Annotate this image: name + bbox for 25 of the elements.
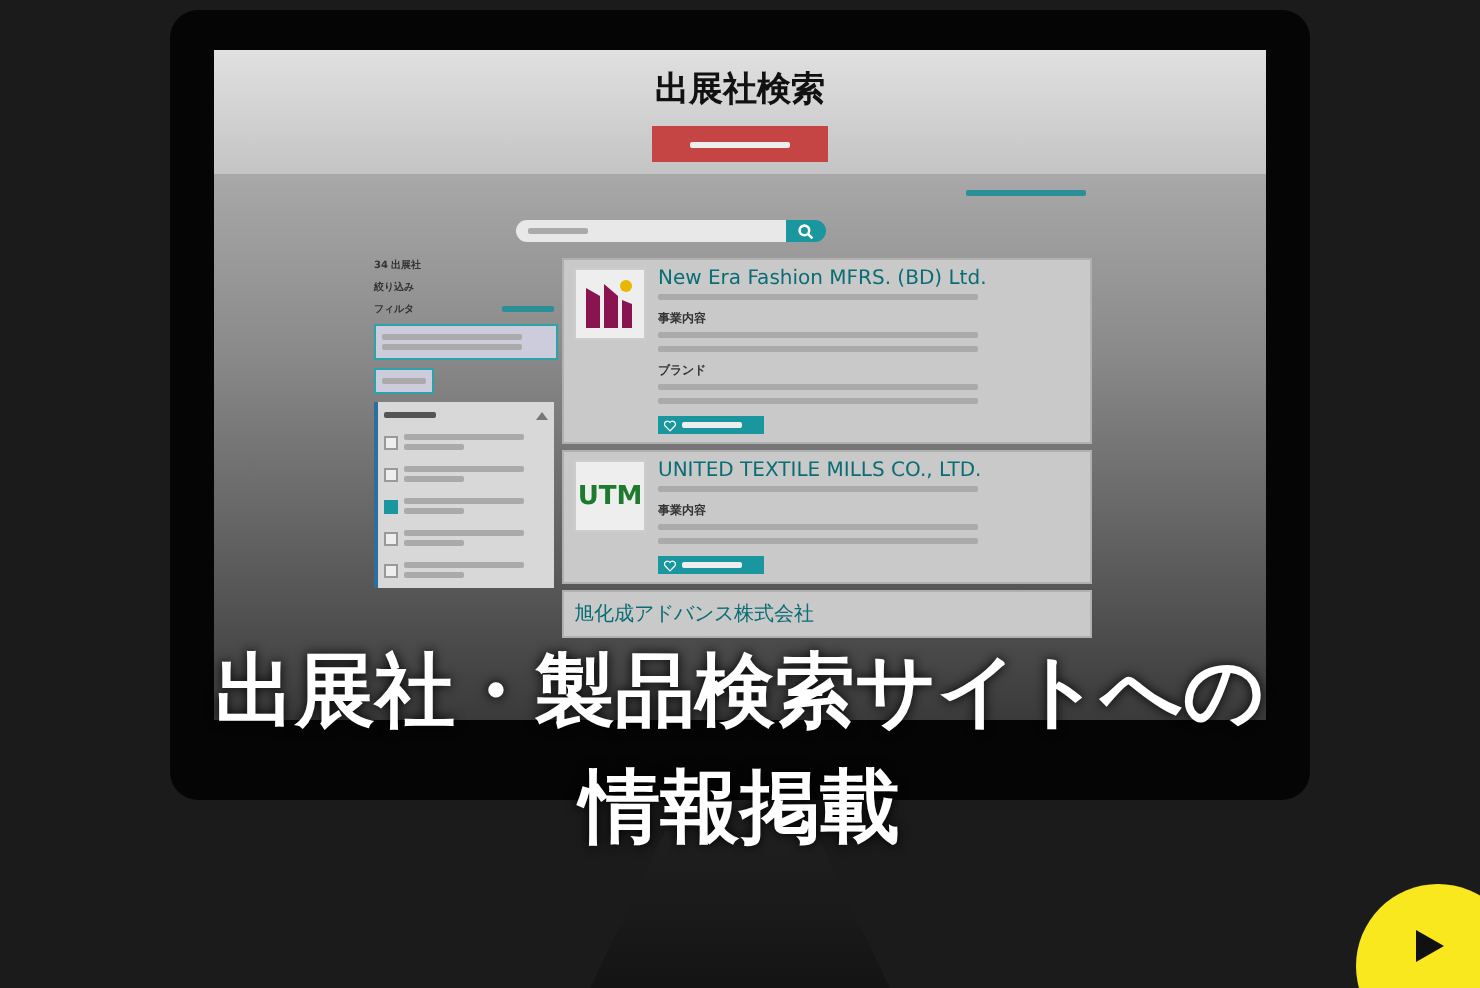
checkbox[interactable] (384, 531, 398, 545)
search-icon (797, 223, 813, 239)
filter-chip[interactable] (374, 324, 558, 360)
heart-icon (664, 559, 676, 571)
headline: 出展社・製品検索サイトへの (215, 644, 1265, 742)
search-field[interactable] (515, 220, 785, 242)
emblem-icon (584, 276, 636, 332)
checkbox[interactable] (384, 563, 398, 577)
company-name[interactable]: New Era Fashion MFRS. (BD) Ltd. (658, 268, 987, 290)
checkbox[interactable] (384, 435, 398, 449)
company-name[interactable]: UNITED TEXTILE MILLS CO., LTD. (658, 460, 982, 482)
favorite-button[interactable] (658, 416, 764, 434)
checkbox[interactable] (384, 499, 398, 513)
headline: 情報掲載 (580, 760, 900, 858)
company-logo: UTM (574, 460, 646, 532)
play-icon (1416, 930, 1444, 962)
product-search-button[interactable] (652, 126, 828, 162)
filter-chip[interactable] (374, 368, 434, 394)
checkbox[interactable] (384, 467, 398, 481)
heart-icon (664, 419, 676, 431)
page-title: 出展社検索 (655, 68, 825, 112)
company-name[interactable]: 旭化成アドバンス株式会社 (574, 600, 814, 628)
favorite-button[interactable] (658, 556, 764, 574)
search-button[interactable] (785, 220, 825, 242)
caret-icon (536, 411, 548, 419)
